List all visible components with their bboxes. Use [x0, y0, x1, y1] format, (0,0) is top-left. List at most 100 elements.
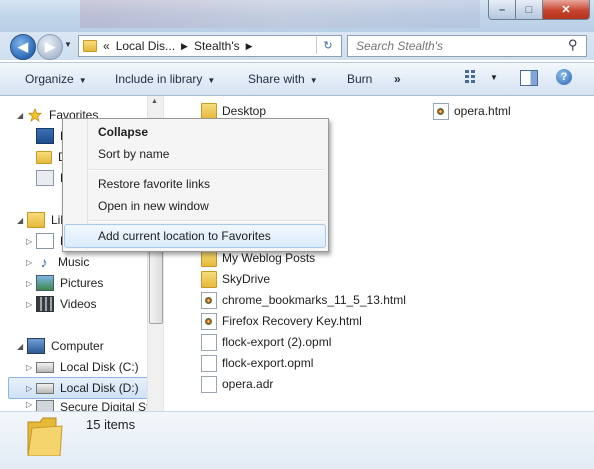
expand-arrow-icon[interactable]: ▷	[26, 384, 36, 393]
nav-drive-c[interactable]: ▷ Local Disk (C:)	[26, 358, 139, 376]
menu-item-sort-by-name[interactable]: Sort by name	[98, 147, 169, 161]
help-icon[interactable]: ?	[556, 69, 572, 85]
search-box[interactable]	[347, 35, 587, 57]
pictures-icon	[36, 275, 54, 291]
chevron-down-icon: ▼	[309, 76, 318, 85]
expand-arrow-icon[interactable]: ▷	[26, 279, 36, 288]
expand-arrow-icon[interactable]: ▷	[26, 258, 36, 267]
nav-drive-sd[interactable]: ▷ Secure Digital St	[26, 400, 150, 411]
music-note-icon: ♪	[40, 254, 48, 270]
collapse-arrow-icon[interactable]: ◢	[17, 342, 27, 351]
file-item-opera-adr[interactable]: opera.adr	[201, 374, 273, 394]
html-file-icon	[433, 102, 449, 120]
nav-item-label: Music	[58, 255, 90, 269]
include-in-library-label: Include in library	[115, 72, 203, 86]
menu-separator	[89, 220, 324, 222]
file-item-flock-export-2[interactable]: flock-export (2).opml	[201, 332, 331, 352]
file-name: My Weblog Posts	[222, 251, 316, 265]
document-icon	[201, 333, 217, 351]
forward-arrow-icon: ▶	[45, 39, 55, 54]
nav-item-label: Secure Digital St	[60, 400, 150, 411]
recent-pages-chevron-down-icon[interactable]: ▼	[64, 40, 72, 49]
nav-computer[interactable]: ◢ Computer	[17, 337, 104, 355]
folder-icon	[83, 40, 97, 52]
expand-arrow-icon[interactable]: ▷	[26, 400, 36, 409]
menu-separator	[89, 169, 324, 171]
file-item-opera-html[interactable]: opera.html	[433, 101, 511, 121]
scroll-up-arrow-icon[interactable]: ▲	[151, 98, 158, 105]
refresh-icon: ↻	[323, 39, 333, 52]
back-arrow-icon: ◀	[18, 39, 28, 54]
computer-icon	[27, 338, 45, 354]
search-input[interactable]	[354, 38, 558, 54]
title-bar-background	[80, 0, 480, 28]
menu-item-open-in-new-window[interactable]: Open in new window	[98, 199, 209, 213]
breadcrumb-chevron-icon[interactable]: ▶	[181, 41, 188, 52]
folder-icon	[201, 270, 217, 288]
organize-button[interactable]: Organize ▼	[25, 72, 87, 86]
nav-drive-d[interactable]: ▷ Local Disk (D:)	[26, 379, 139, 397]
collapse-arrow-icon[interactable]: ◢	[17, 216, 27, 225]
item-count: 15 items	[86, 417, 136, 432]
file-item-flock-export[interactable]: flock-export.opml	[201, 353, 313, 373]
address-bar[interactable]: « Local Dis... ▶ Stealth's ▶	[78, 35, 342, 57]
minimize-button[interactable]: –	[488, 0, 516, 20]
nav-item-label: Pictures	[60, 276, 104, 290]
nav-computer-label: Computer	[51, 339, 104, 353]
file-name: flock-export.opml	[222, 356, 314, 370]
film-icon	[36, 296, 54, 312]
nav-item-label: Videos	[60, 297, 97, 311]
html-file-icon	[201, 312, 217, 330]
file-name: SkyDrive	[222, 272, 271, 286]
nav-library-music[interactable]: ▷ ♪ Music	[26, 253, 89, 271]
maximize-button[interactable]: □	[515, 0, 543, 20]
folder-icon	[201, 102, 217, 120]
documents-icon	[36, 233, 54, 249]
close-button[interactable]: ✕	[542, 0, 590, 20]
refresh-button[interactable]: ↻	[316, 36, 339, 54]
change-view-icon[interactable]	[465, 70, 481, 84]
organize-label: Organize	[25, 72, 74, 86]
breadcrumb-overflow[interactable]: «	[103, 39, 110, 53]
back-button[interactable]: ◀	[10, 34, 36, 60]
sd-card-icon	[36, 400, 54, 411]
folder-icon	[27, 417, 63, 456]
breadcrumb-chevron-icon[interactable]: ▶	[246, 41, 253, 52]
expand-arrow-icon[interactable]: ▷	[26, 363, 36, 372]
file-name: flock-export (2).opml	[222, 335, 332, 349]
nav-library-videos[interactable]: ▷ Videos	[26, 295, 96, 313]
include-in-library-button[interactable]: Include in library ▼	[115, 72, 215, 86]
share-with-label: Share with	[248, 72, 305, 86]
nav-library-pictures[interactable]: ▷ Pictures	[26, 274, 103, 292]
file-name: Firefox Recovery Key.html	[222, 314, 362, 328]
expand-arrow-icon[interactable]: ▷	[26, 300, 36, 309]
breadcrumb-local-disk[interactable]: Local Dis...	[116, 39, 175, 53]
nav-item-label: Local Disk (D:)	[60, 381, 139, 395]
hard-drive-icon	[36, 382, 54, 394]
menu-item-add-current-location[interactable]: Add current location to Favorites	[98, 229, 271, 243]
breadcrumb-stealths[interactable]: Stealth's	[194, 39, 240, 53]
collapse-arrow-icon[interactable]: ◢	[17, 111, 27, 120]
search-icon[interactable]: ⚲	[568, 37, 578, 53]
forward-button[interactable]: ▶	[37, 34, 63, 60]
file-name: opera.adr	[222, 377, 274, 391]
chevron-down-icon: ▼	[207, 76, 216, 85]
burn-button[interactable]: Burn	[347, 72, 372, 86]
hard-drive-icon	[36, 361, 54, 373]
menu-item-collapse[interactable]: Collapse	[98, 125, 148, 139]
desktop-icon	[36, 128, 54, 144]
file-item-chrome-bookmarks[interactable]: chrome_bookmarks_11_5_13.html	[201, 290, 406, 310]
file-name: Desktop	[222, 104, 267, 118]
nav-item-label: Local Disk (C:)	[60, 360, 139, 374]
file-item-firefox-recovery-key[interactable]: Firefox Recovery Key.html	[201, 311, 362, 331]
more-commands-button[interactable]: »	[394, 72, 401, 86]
menu-item-restore-favorite-links[interactable]: Restore favorite links	[98, 177, 210, 191]
share-with-button[interactable]: Share with ▼	[248, 72, 318, 86]
preview-pane-icon[interactable]	[520, 70, 538, 86]
view-options-chevron-down-icon[interactable]: ▼	[490, 73, 498, 82]
expand-arrow-icon[interactable]: ▷	[26, 237, 36, 246]
file-item-skydrive[interactable]: SkyDrive	[201, 269, 270, 289]
star-icon	[27, 108, 43, 122]
file-name: opera.html	[454, 104, 511, 118]
downloads-folder-icon	[36, 150, 52, 164]
